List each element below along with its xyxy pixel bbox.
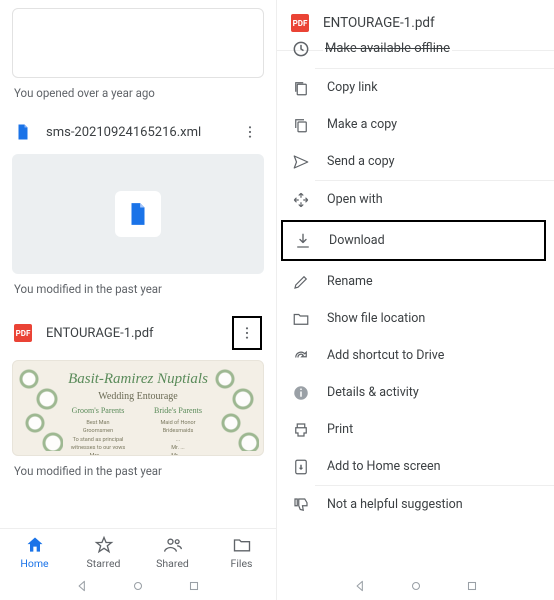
menu-make-copy[interactable]: Make a copy — [277, 106, 554, 143]
more-options-button-annotated[interactable] — [232, 316, 262, 350]
nav-label: Starred — [87, 557, 121, 570]
thumbs-down-icon — [291, 495, 311, 515]
download-annotation-box: Download — [281, 220, 546, 261]
menu-label: Details & activity — [327, 385, 419, 400]
drive-file-list-pane: You opened over a year ago sms-202109241… — [0, 0, 277, 600]
add-home-icon — [291, 457, 311, 477]
nav-label: Files — [231, 557, 253, 570]
print-icon — [291, 420, 311, 440]
pdf-badge: PDF — [14, 324, 32, 342]
menu-show-location[interactable]: Show file location — [277, 300, 554, 337]
rename-icon — [291, 272, 311, 292]
thumb-columns: Groom's ParentsBest ManGroomsmenTo stand… — [63, 405, 213, 456]
more-options-button[interactable] — [238, 120, 262, 144]
menu-send-copy[interactable]: Send a copy — [277, 143, 554, 180]
nav-label: Shared — [156, 557, 189, 570]
android-navbar — [277, 572, 554, 600]
file-name: sms-20210924165216.xml — [46, 125, 238, 140]
menu-details[interactable]: Details & activity — [277, 374, 554, 411]
star-icon — [94, 535, 114, 555]
bottom-nav: Home Starred Shared Files — [0, 528, 276, 572]
modified-meta: You modified in the past year — [14, 282, 262, 296]
pdf-icon: PDF — [291, 14, 309, 32]
menu-not-helpful[interactable]: Not a helpful suggestion — [277, 486, 554, 523]
menu-open-with[interactable]: Open with — [277, 181, 554, 218]
menu-label: Print — [327, 422, 353, 437]
menu-copy-link[interactable]: Copy link — [277, 69, 554, 106]
nav-home[interactable]: Home — [0, 535, 69, 570]
nav-shared[interactable]: Shared — [138, 535, 207, 570]
home-nav-icon[interactable] — [409, 579, 423, 593]
pdf-icon: PDF — [14, 324, 32, 342]
file-row-xml[interactable]: sms-20210924165216.xml — [12, 114, 264, 150]
copy-icon — [291, 115, 311, 135]
file-thumbnail-pdf[interactable]: Basit-Ramirez Nuptials Wedding Entourage… — [12, 360, 264, 456]
file-actions-sheet: PDF ENTOURAGE-1.pdf Make available offli… — [277, 0, 554, 600]
menu-rename[interactable]: Rename — [277, 263, 554, 300]
menu-label: Make a copy — [327, 117, 397, 132]
menu-label: Not a helpful suggestion — [327, 497, 463, 512]
home-nav-icon[interactable] — [131, 579, 145, 593]
people-icon — [163, 535, 183, 555]
menu-download[interactable]: Download — [279, 222, 544, 259]
file-thumbnail[interactable] — [12, 154, 264, 274]
menu-label: Copy link — [327, 80, 378, 95]
generic-doc-icon — [115, 191, 161, 237]
thumb-title: Basit-Ramirez Nuptials — [13, 371, 263, 388]
menu-add-shortcut[interactable]: Add shortcut to Drive — [277, 337, 554, 374]
file-thumbnail-placeholder[interactable] — [12, 8, 264, 78]
menu-label: Open with — [327, 192, 383, 207]
menu-label: Show file location — [327, 311, 425, 326]
menu-label: Add to Home screen — [327, 459, 441, 474]
recent-nav-icon[interactable] — [465, 579, 479, 593]
download-icon — [293, 231, 313, 251]
offline-icon — [291, 39, 311, 59]
menu-print[interactable]: Print — [277, 411, 554, 448]
info-icon — [291, 383, 311, 403]
menu-add-home[interactable]: Add to Home screen — [277, 448, 554, 485]
thumb-subtitle: Wedding Entourage — [13, 391, 263, 402]
android-navbar — [0, 572, 276, 600]
folder-icon — [232, 535, 252, 555]
back-nav-icon[interactable] — [353, 579, 367, 593]
file-name: ENTOURAGE-1.pdf — [46, 326, 232, 341]
open-with-icon — [291, 190, 311, 210]
file-row-pdf[interactable]: PDF ENTOURAGE-1.pdf — [12, 310, 264, 356]
sheet-top-divider: Make available offline — [277, 50, 554, 62]
nav-label: Home — [20, 557, 48, 570]
link-icon — [291, 78, 311, 98]
home-icon — [25, 535, 45, 555]
nav-files[interactable]: Files — [207, 535, 276, 570]
menu-label: Send a copy — [327, 154, 395, 169]
menu-label: Download — [329, 233, 385, 248]
sheet-filename: ENTOURAGE-1.pdf — [323, 15, 435, 31]
truncated-item: Make available offline — [323, 41, 452, 56]
recent-nav-icon[interactable] — [187, 579, 201, 593]
opened-meta: You opened over a year ago — [14, 86, 262, 100]
menu-label: Add shortcut to Drive — [327, 348, 444, 363]
back-nav-icon[interactable] — [75, 579, 89, 593]
folder-icon — [291, 309, 311, 329]
shortcut-icon — [291, 346, 311, 366]
file-list-scroll[interactable]: You opened over a year ago sms-202109241… — [0, 0, 276, 528]
nav-starred[interactable]: Starred — [69, 535, 138, 570]
file-icon — [14, 123, 32, 141]
menu-label: Rename — [327, 274, 373, 289]
modified-meta: You modified in the past year — [14, 464, 262, 478]
send-icon — [291, 152, 311, 172]
